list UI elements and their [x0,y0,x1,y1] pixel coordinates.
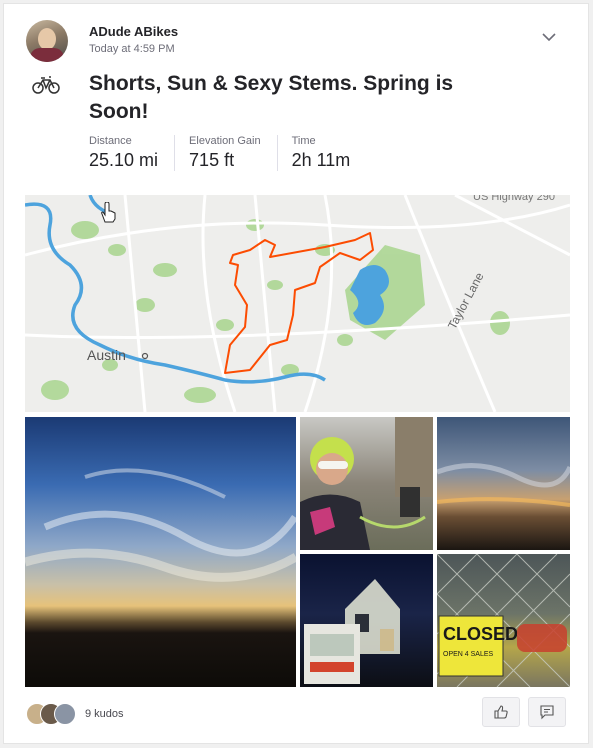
route-map[interactable]: Austin Taylor Lane US Highway 290 [25,195,570,412]
kudos-avatar[interactable] [54,703,76,725]
bicycle-icon [32,76,60,94]
stat-label: Distance [89,135,132,147]
comment-icon [540,705,554,720]
athlete-name[interactable]: ADude ABikes [89,24,178,39]
photo-sunset-clouds[interactable] [25,417,296,687]
stat-value: 2h 11m [291,150,351,170]
comment-button[interactable] [528,697,566,727]
stat-value: 25.10 mi [89,150,159,170]
map-label-highway: US Highway 290 [473,195,555,203]
activity-timestamp: Today at 4:59 PM [89,43,175,55]
activity-stats: Distance 25.10 mi Elevation Gain 715 ft … [89,135,380,171]
kudos-count[interactable]: 9 kudos [85,708,124,720]
chevron-down-icon[interactable] [540,28,558,46]
give-kudos-button[interactable] [482,697,520,727]
photo-night-building[interactable] [300,554,433,687]
stat-distance: Distance 25.10 mi [89,135,176,171]
map-label-city: Austin [87,347,126,363]
activity-card: ADude ABikes Today at 4:59 PM Shorts, Su… [3,3,589,744]
stat-label: Elevation Gain [189,135,261,147]
stat-elevation: Elevation Gain 715 ft [189,135,278,171]
sign-closed-text: CLOSED [443,624,518,644]
activity-title[interactable]: Shorts, Sun & Sexy Stems. Spring is Soon… [89,70,509,126]
hand-cursor-icon [101,202,116,223]
map-canvas [25,195,570,412]
stat-time: Time 2h 11m [292,135,367,171]
sign-open-sales-text: OPEN 4 SALES [443,651,494,658]
athlete-avatar[interactable] [26,20,68,62]
photo-closed-sign[interactable]: CLOSED OPEN 4 SALES [437,554,570,687]
photo-sunset-sky[interactable] [437,417,570,550]
stat-label: Time [291,135,316,147]
stat-value: 715 ft [189,150,235,170]
photo-rider-selfie[interactable] [300,417,433,550]
thumbs-up-icon [494,705,508,719]
kudos-avatars[interactable] [26,703,86,725]
